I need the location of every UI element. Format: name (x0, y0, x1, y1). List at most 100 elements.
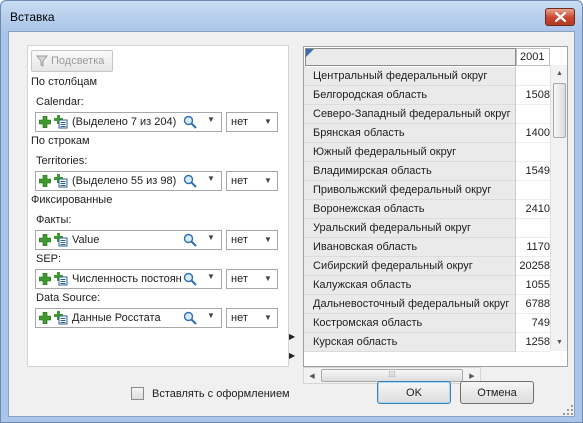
chevron-down-icon[interactable]: ▼ (207, 174, 215, 183)
close-button[interactable] (545, 8, 575, 26)
chevron-down-icon[interactable]: ▼ (264, 176, 272, 185)
row-value: 1400 (516, 124, 550, 143)
list-icon[interactable] (54, 272, 68, 286)
row-label: Центральный федеральный округ (304, 67, 516, 86)
row-label: Калужская область (304, 276, 516, 295)
add-icon[interactable] (38, 174, 52, 188)
search-icon[interactable] (183, 233, 197, 247)
table-row[interactable]: Дальневосточный федеральный округ 6788 (304, 295, 550, 314)
search-icon[interactable] (183, 272, 197, 286)
expand-row-icon[interactable]: ▶ (289, 332, 301, 346)
highlight-button[interactable]: Подсветка (31, 50, 113, 72)
close-icon (554, 12, 566, 22)
preview-grid[interactable]: 2001 Центральный федеральный округ Белго… (303, 46, 568, 367)
section-columns: По столбцам (31, 76, 98, 88)
scroll-thumb[interactable] (553, 83, 566, 138)
expand-row-icon[interactable]: ▶ (289, 351, 301, 365)
table-row[interactable]: Брянская область 1400 (304, 124, 550, 143)
row-label: Белгородская область (304, 86, 516, 105)
chevron-down-icon[interactable]: ▼ (207, 233, 215, 242)
dimension-label: Calendar: (36, 96, 84, 108)
table-row[interactable]: Костромская область 749 (304, 314, 550, 333)
table-row[interactable]: Южный федеральный округ (304, 143, 550, 162)
row-value (516, 219, 550, 238)
table-row[interactable]: Уральский федеральный округ (304, 219, 550, 238)
table-row[interactable]: Курская область 1258 (304, 333, 550, 352)
row-label: Уральский федеральный округ (304, 219, 516, 238)
chevron-down-icon[interactable]: ▼ (207, 115, 215, 124)
dimension-selector-calendar[interactable]: (Выделено 7 из 204) ▼ (35, 112, 222, 132)
aggregation-select[interactable]: нет ▼ (226, 308, 278, 328)
row-value: 1055 (516, 276, 550, 295)
highlight-button-label: Подсветка (51, 55, 105, 67)
aggregation-select[interactable]: нет ▼ (226, 171, 278, 191)
table-row[interactable]: Белгородская область 1508 (304, 86, 550, 105)
corner-marker-icon (306, 49, 314, 57)
table-row[interactable]: Привольжский федеральный округ (304, 181, 550, 200)
dimension-selector-territories[interactable]: (Выделено 55 из 98) ▼ (35, 171, 222, 191)
table-row[interactable]: Ивановская область 1170 (304, 238, 550, 257)
list-icon[interactable] (54, 311, 68, 325)
section-fixed: Фиксированные (31, 194, 113, 206)
row-value: 1258 (516, 333, 550, 352)
table-row[interactable]: Центральный федеральный округ (304, 67, 550, 86)
search-icon[interactable] (183, 115, 197, 129)
scroll-down-icon[interactable]: ▼ (551, 334, 567, 351)
row-label: Дальневосточный федеральный округ (304, 295, 516, 314)
add-icon[interactable] (38, 311, 52, 325)
window-title: Вставка (10, 10, 55, 24)
row-label: Брянская область (304, 124, 516, 143)
table-row[interactable]: Владимирская область 1549 (304, 162, 550, 181)
table-row[interactable]: Воронежская область 2410 (304, 200, 550, 219)
add-icon[interactable] (38, 233, 52, 247)
vertical-scrollbar[interactable]: ▲ ▼ (550, 65, 567, 351)
row-value: 20258 (516, 257, 550, 276)
chevron-down-icon[interactable]: ▼ (264, 274, 272, 283)
dimension-selector-sep[interactable]: Численность постоян ▼ (35, 269, 222, 289)
settings-panel: Подсветка По столбцам Calendar: (Выделен… (27, 45, 289, 367)
ok-button[interactable]: OK (377, 381, 451, 404)
add-icon[interactable] (38, 115, 52, 129)
table-row[interactable]: Калужская область 1055 (304, 276, 550, 295)
insert-dialog: Вставка Подсветка По столбцам Calendar: (0, 0, 583, 423)
dimension-selector-facts[interactable]: Value ▼ (35, 230, 222, 250)
chevron-down-icon[interactable]: ▼ (264, 235, 272, 244)
table-row[interactable]: Сибирский федеральный округ 20258 (304, 257, 550, 276)
search-icon[interactable] (183, 311, 197, 325)
dimension-label: Territories: (36, 155, 88, 167)
chevron-down-icon[interactable]: ▼ (264, 313, 272, 322)
column-header[interactable]: 2001 (516, 48, 550, 66)
row-value: 6788 (516, 295, 550, 314)
checkbox-label: Вставлять с оформлением (152, 387, 290, 400)
aggregation-value: нет (231, 312, 248, 324)
keep-formatting-checkbox[interactable]: Вставлять с оформлением (131, 387, 290, 400)
chevron-down-icon[interactable]: ▼ (207, 272, 215, 281)
dialog-body: Подсветка По столбцам Calendar: (Выделен… (8, 31, 575, 417)
aggregation-select[interactable]: нет ▼ (226, 269, 278, 289)
grid-corner-cell[interactable] (305, 48, 516, 66)
chevron-down-icon[interactable]: ▼ (207, 311, 215, 320)
aggregation-select[interactable]: нет ▼ (226, 112, 278, 132)
dimension-label: Факты: (36, 214, 72, 226)
scroll-left-icon[interactable]: ◀ (304, 368, 320, 383)
aggregation-value: нет (231, 234, 248, 246)
search-icon[interactable] (183, 174, 197, 188)
aggregation-select[interactable]: нет ▼ (226, 230, 278, 250)
row-value (516, 181, 550, 200)
title-bar[interactable]: Вставка (1, 1, 582, 31)
row-label: Курская область (304, 333, 516, 352)
row-value (516, 105, 550, 124)
scroll-up-icon[interactable]: ▲ (551, 65, 567, 82)
list-icon[interactable] (54, 174, 68, 188)
list-icon[interactable] (54, 233, 68, 247)
row-value (516, 67, 550, 86)
row-label: Привольжский федеральный округ (304, 181, 516, 200)
cancel-button[interactable]: Отмена (460, 381, 534, 404)
add-icon[interactable] (38, 272, 52, 286)
dimension-selector-data-source[interactable]: Данные Росстата ▼ (35, 308, 222, 328)
checkbox-box[interactable] (131, 387, 144, 400)
list-icon[interactable] (54, 115, 68, 129)
resize-grip-icon[interactable] (562, 404, 574, 416)
table-row[interactable]: Северо-Западный федеральный округ (304, 105, 550, 124)
chevron-down-icon[interactable]: ▼ (264, 117, 272, 126)
